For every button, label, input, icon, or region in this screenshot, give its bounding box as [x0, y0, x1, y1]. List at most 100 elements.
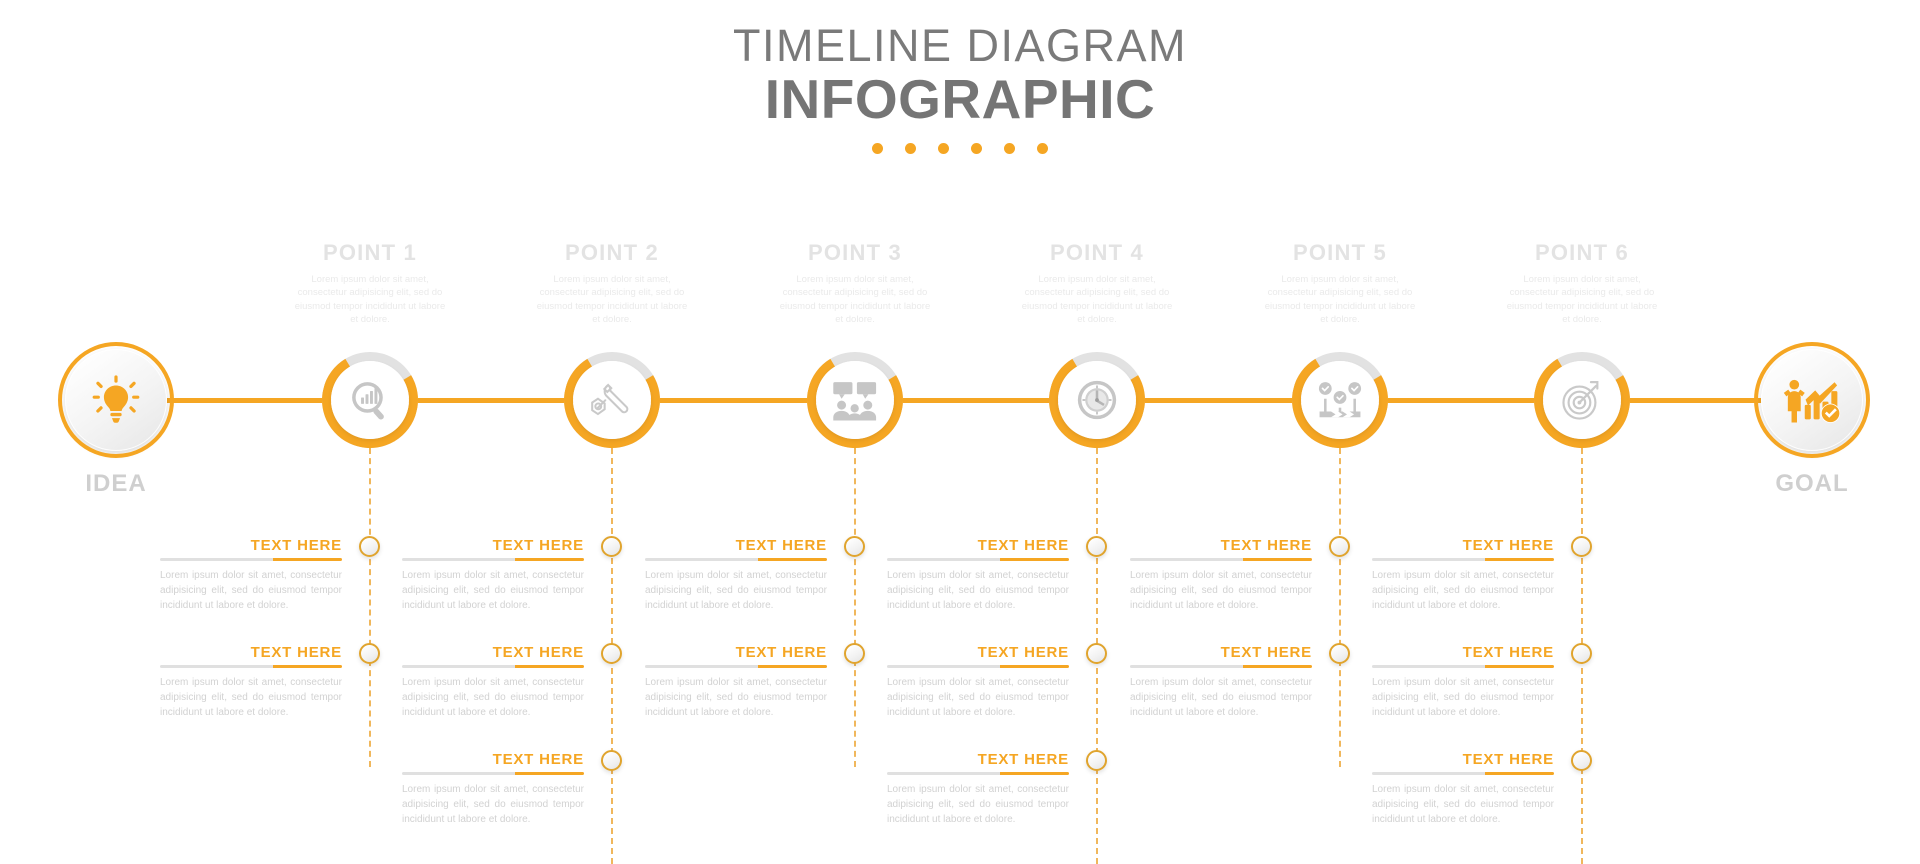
point-4-block-marker-3[interactable]	[1086, 750, 1107, 771]
point-6-text-block-1[interactable]: TEXT HERE Lorem ipsum dolor sit amet, con…	[1372, 538, 1554, 613]
header-dot	[872, 143, 883, 154]
point-node-inner	[573, 361, 651, 439]
magnifier-bar-chart-icon	[347, 377, 393, 423]
point-3-block-marker-2[interactable]	[844, 643, 865, 664]
point-2-text-block-3[interactable]: TEXT HERE Lorem ipsum dolor sit amet, con…	[402, 752, 584, 827]
end-node-ring	[1754, 342, 1870, 458]
text-block-underline	[1130, 558, 1312, 561]
text-block-heading: TEXT HERE	[1462, 537, 1554, 554]
header: TIMELINE DIAGRAM INFOGRAPHIC	[0, 22, 1920, 154]
point-connector-line-1	[369, 448, 371, 767]
text-block-heading: TEXT HERE	[492, 644, 584, 661]
text-block-body: Lorem ipsum dolor sit amet, consectetur …	[887, 677, 1069, 718]
text-block-body: Lorem ipsum dolor sit amet, consectetur …	[160, 677, 342, 718]
point-4-block-marker-1[interactable]	[1086, 536, 1107, 557]
point-node-inner	[1301, 361, 1379, 439]
text-block-underline	[402, 665, 584, 668]
point-heading-3: POINT 3 Lorem ipsum dolor sit amet, conse…	[761, 240, 949, 327]
text-block-body: Lorem ipsum dolor sit amet, consectetur …	[1130, 570, 1312, 611]
point-4-text-block-2[interactable]: TEXT HERE Lorem ipsum dolor sit amet, con…	[887, 645, 1069, 720]
timeline-end-node[interactable]	[1754, 342, 1870, 458]
text-block-heading: TEXT HERE	[977, 537, 1069, 554]
text-block-body: Lorem ipsum dolor sit amet, consectetur …	[645, 570, 827, 611]
header-dot	[971, 143, 982, 154]
point-4-block-marker-2[interactable]	[1086, 643, 1107, 664]
point-6-block-marker-3[interactable]	[1571, 750, 1592, 771]
text-block-underline	[887, 665, 1069, 668]
point-3-block-marker-1[interactable]	[844, 536, 865, 557]
point-node-6[interactable]	[1523, 341, 1641, 459]
point-1-block-marker-1[interactable]	[359, 536, 380, 557]
point-node-2[interactable]	[553, 341, 671, 459]
point-2-text-block-2[interactable]: TEXT HERE Lorem ipsum dolor sit amet, con…	[402, 645, 584, 720]
text-block-body: Lorem ipsum dolor sit amet, consectetur …	[1372, 784, 1554, 825]
text-block-underline	[1130, 665, 1312, 668]
point-6-block-marker-2[interactable]	[1571, 643, 1592, 664]
point-node-inner	[331, 361, 409, 439]
text-block-heading: TEXT HERE	[1220, 644, 1312, 661]
point-4-text-block-3[interactable]: TEXT HERE Lorem ipsum dolor sit amet, con…	[887, 752, 1069, 827]
text-block-underline	[887, 772, 1069, 775]
point-2-block-marker-1[interactable]	[601, 536, 622, 557]
point-description: Lorem ipsum dolor sit amet, consectetur …	[779, 274, 931, 326]
point-node-5[interactable]	[1281, 341, 1399, 459]
text-block-body: Lorem ipsum dolor sit amet, consectetur …	[160, 570, 342, 611]
point-heading-6: POINT 6 Lorem ipsum dolor sit amet, conse…	[1488, 240, 1676, 327]
point-6-block-marker-1[interactable]	[1571, 536, 1592, 557]
text-block-heading: TEXT HERE	[250, 644, 342, 661]
point-1-block-marker-2[interactable]	[359, 643, 380, 664]
point-node-inner	[1543, 361, 1621, 439]
text-block-body: Lorem ipsum dolor sit amet, consectetur …	[887, 570, 1069, 611]
point-5-block-marker-1[interactable]	[1329, 536, 1350, 557]
point-2-text-block-1[interactable]: TEXT HERE Lorem ipsum dolor sit amet, con…	[402, 538, 584, 613]
point-heading-2: POINT 2 Lorem ipsum dolor sit amet, conse…	[518, 240, 706, 327]
point-3-text-block-2[interactable]: TEXT HERE Lorem ipsum dolor sit amet, con…	[645, 645, 827, 720]
text-block-heading: TEXT HERE	[977, 644, 1069, 661]
point-5-block-marker-2[interactable]	[1329, 643, 1350, 664]
point-description: Lorem ipsum dolor sit amet, consectetur …	[294, 274, 446, 326]
timeline-start-node[interactable]	[58, 342, 174, 458]
text-block-heading: TEXT HERE	[735, 537, 827, 554]
point-5-text-block-2[interactable]: TEXT HERE Lorem ipsum dolor sit amet, con…	[1130, 645, 1312, 720]
point-node-3[interactable]	[796, 341, 914, 459]
text-block-heading: TEXT HERE	[1462, 751, 1554, 768]
point-node-1[interactable]	[311, 341, 429, 459]
point-title: POINT 6	[1535, 240, 1629, 265]
point-2-block-marker-2[interactable]	[601, 643, 622, 664]
text-block-body: Lorem ipsum dolor sit amet, consectetur …	[645, 677, 827, 718]
point-heading-4: POINT 4 Lorem ipsum dolor sit amet, conse…	[1003, 240, 1191, 327]
text-block-body: Lorem ipsum dolor sit amet, consectetur …	[1372, 677, 1554, 718]
text-block-body: Lorem ipsum dolor sit amet, consectetur …	[402, 784, 584, 825]
text-block-heading: TEXT HERE	[492, 537, 584, 554]
text-block-underline	[160, 558, 342, 561]
point-description: Lorem ipsum dolor sit amet, consectetur …	[1264, 274, 1416, 326]
point-description: Lorem ipsum dolor sit amet, consectetur …	[1021, 274, 1173, 326]
point-1-text-block-1[interactable]: TEXT HERE Lorem ipsum dolor sit amet, con…	[160, 538, 342, 613]
point-6-text-block-2[interactable]: TEXT HERE Lorem ipsum dolor sit amet, con…	[1372, 645, 1554, 720]
text-block-heading: TEXT HERE	[250, 537, 342, 554]
text-block-body: Lorem ipsum dolor sit amet, consectetur …	[402, 570, 584, 611]
text-block-underline	[402, 558, 584, 561]
milestones-checkmarks-icon	[1317, 377, 1363, 423]
people-speech-bubbles-icon	[832, 377, 878, 423]
point-6-text-block-3[interactable]: TEXT HERE Lorem ipsum dolor sit amet, con…	[1372, 752, 1554, 827]
point-2-block-marker-3[interactable]	[601, 750, 622, 771]
point-title: POINT 5	[1293, 240, 1387, 265]
target-arrow-icon	[1559, 377, 1605, 423]
point-node-4[interactable]	[1038, 341, 1156, 459]
text-block-underline	[402, 772, 584, 775]
point-title: POINT 1	[323, 240, 417, 265]
text-block-underline	[645, 558, 827, 561]
text-block-underline	[160, 665, 342, 668]
point-title: POINT 2	[565, 240, 659, 265]
clock-icon	[1074, 377, 1120, 423]
point-4-text-block-1[interactable]: TEXT HERE Lorem ipsum dolor sit amet, con…	[887, 538, 1069, 613]
point-3-text-block-1[interactable]: TEXT HERE Lorem ipsum dolor sit amet, con…	[645, 538, 827, 613]
text-block-body: Lorem ipsum dolor sit amet, consectetur …	[887, 784, 1069, 825]
page-title-secondary: INFOGRAPHIC	[764, 68, 1156, 131]
point-1-text-block-2[interactable]: TEXT HERE Lorem ipsum dolor sit amet, con…	[160, 645, 342, 720]
point-title: POINT 3	[808, 240, 902, 265]
point-heading-5: POINT 5 Lorem ipsum dolor sit amet, conse…	[1246, 240, 1434, 327]
point-5-text-block-1[interactable]: TEXT HERE Lorem ipsum dolor sit amet, con…	[1130, 538, 1312, 613]
text-block-underline	[887, 558, 1069, 561]
